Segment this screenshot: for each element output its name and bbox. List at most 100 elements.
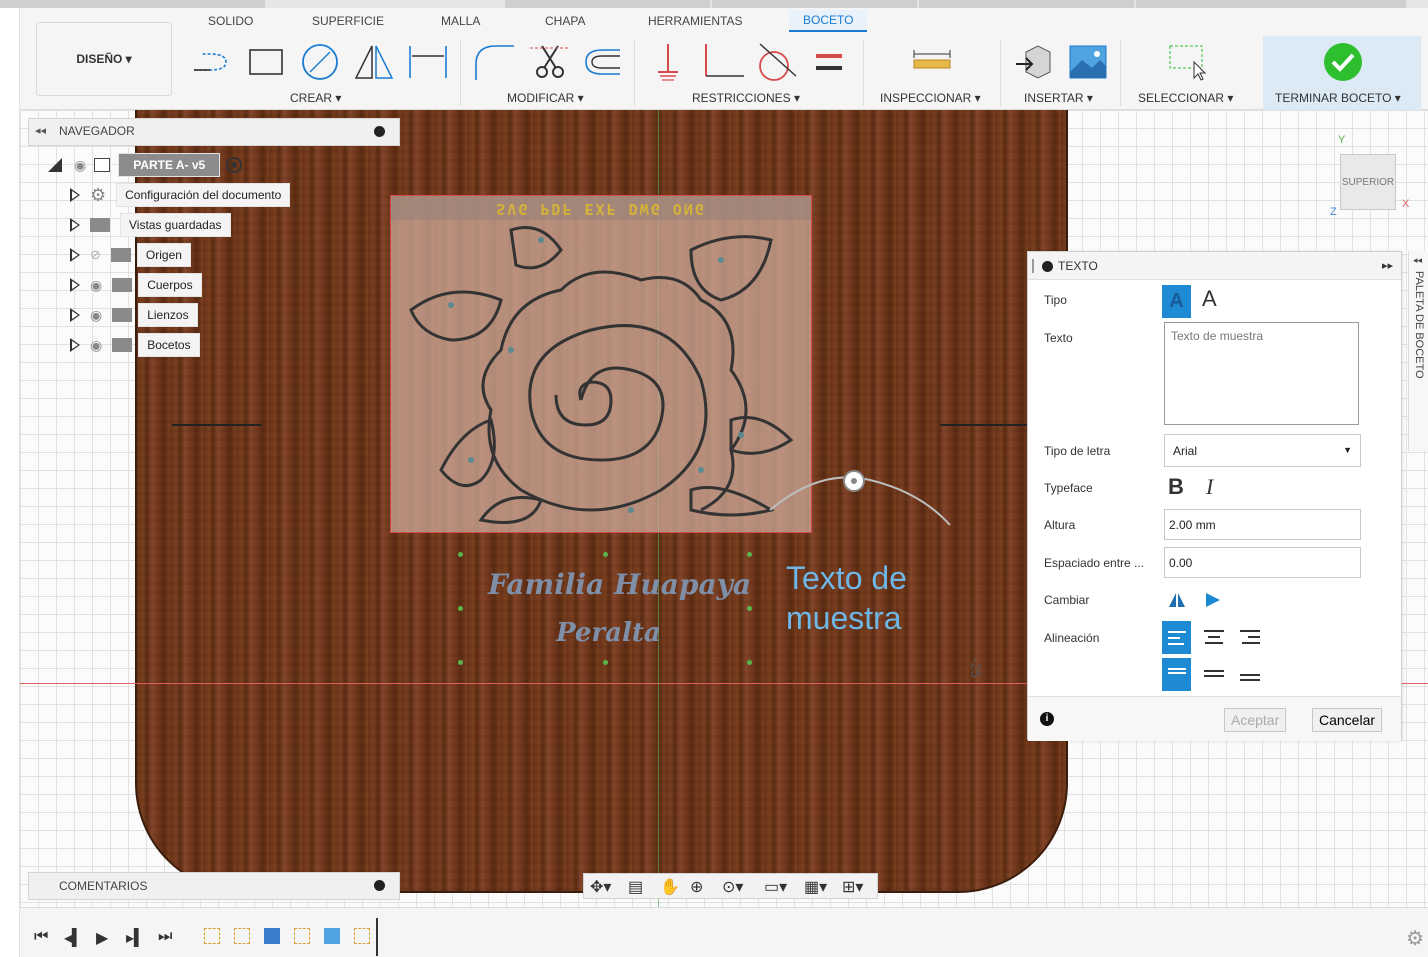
timeline-sketch-icon[interactable] [204,928,220,944]
rectangle-tool-icon[interactable] [244,42,288,82]
tree-item-lienzos[interactable]: ◉ Lienzos [70,303,198,327]
circle-tool-icon[interactable] [298,42,342,82]
fix-constraint-icon[interactable] [648,42,692,82]
minimize-circle-icon[interactable] [1042,261,1053,272]
activate-radio-icon[interactable] [226,157,243,173]
equal-constraint-icon[interactable] [808,42,852,82]
pan-hand-icon[interactable]: ✋ [660,877,680,897]
measure-ruler-icon[interactable] [910,42,954,82]
tree-item-bocetos[interactable]: ◉ Bocetos [70,333,200,357]
design-workspace-button[interactable]: DISEÑO ▾ [36,22,172,96]
eye-hidden-icon[interactable]: ⊘ [90,247,101,263]
go-to-end-icon[interactable]: ⏭ [158,928,172,946]
eye-icon[interactable]: ◉ [90,337,102,354]
timeline-sketch-icon[interactable] [354,928,370,944]
perpendicular-constraint-icon[interactable] [702,42,746,82]
eye-icon[interactable]: ◉ [90,277,102,294]
flip-horizontal-icon[interactable] [1168,592,1186,608]
step-back-icon[interactable]: ◂▍ [64,928,84,948]
handle-point[interactable] [458,552,463,557]
align-right-icon[interactable] [1240,630,1260,644]
timeline-canvas-icon[interactable] [324,928,340,944]
rotation-handle[interactable] [760,470,960,540]
timeline-marker[interactable] [376,918,378,956]
sketch-palette-strip[interactable]: ◂◂ PALETA DE BOCETO [1408,251,1428,451]
handle-point[interactable] [603,552,608,557]
add-comment-icon[interactable] [374,880,385,891]
collapsed-triangle-icon[interactable] [70,278,80,292]
dimension-tool-icon[interactable] [406,42,450,82]
orbit-icon[interactable]: ✥▾ [590,877,611,897]
tree-item-cuerpos[interactable]: ◉ Cuerpos [70,273,202,297]
fit-icon[interactable]: ⊙▾ [722,877,743,897]
step-forward-icon[interactable]: ▸▍ [126,928,146,948]
tree-root-label[interactable]: PARTE A- v5 [118,153,221,177]
info-icon[interactable]: i [1040,712,1054,726]
align-middle-icon[interactable] [1204,670,1224,678]
drag-handle-icon[interactable] [1032,259,1034,273]
cancel-button[interactable]: Cancelar [1312,708,1383,732]
group-inspeccionar[interactable]: INSPECCIONAR ▾ [880,91,981,105]
tab-boceto[interactable]: BOCETO [789,10,868,32]
tree-item-vistas[interactable]: Vistas guardadas [70,213,231,237]
go-to-start-icon[interactable]: ⏮ [34,928,48,946]
trim-scissors-icon[interactable] [528,42,572,82]
timeline-sketch-icon[interactable] [234,928,250,944]
fillet-tool-icon[interactable] [472,42,516,82]
accept-button[interactable]: Aceptar [1224,708,1287,732]
play-icon[interactable]: ▶ [96,928,108,948]
collapsed-triangle-icon[interactable] [70,218,80,232]
sample-text-preview[interactable]: Texto de muestra [786,558,907,638]
tree-root-row[interactable]: ◉ PARTE A- v5 [48,153,243,177]
align-left-icon[interactable] [1162,621,1191,654]
font-select[interactable]: Arial ▼ [1164,434,1361,467]
timeline-extrude-icon[interactable] [264,928,280,944]
select-window-icon[interactable] [1166,42,1210,82]
timeline-sketch-icon[interactable] [294,928,310,944]
rose-canvas-image[interactable]: SVG PDF EXF DWG ONG [390,195,812,533]
expand-double-arrow-icon[interactable]: ▸▸ [1382,259,1393,272]
handle-point[interactable] [603,660,608,665]
tab-malla[interactable]: MALLA [441,14,480,28]
collapsed-triangle-icon[interactable] [70,308,80,322]
tangent-constraint-icon[interactable] [754,42,798,82]
mirror-tool-icon[interactable] [352,42,396,82]
handle-point[interactable] [747,552,752,557]
group-seleccionar[interactable]: SELECCIONAR ▾ [1138,91,1233,105]
group-restricciones[interactable]: RESTRICCIONES ▾ [692,91,800,105]
line-tool-icon[interactable] [188,42,232,82]
collapsed-triangle-icon[interactable] [70,248,80,262]
flip-vertical-icon[interactable] [1204,592,1222,608]
tree-item-configuracion[interactable]: ⚙ Configuración del documento [70,183,291,207]
align-bottom-icon[interactable] [1240,674,1260,682]
eye-icon[interactable]: ◉ [74,157,86,174]
handle-point[interactable] [458,660,463,665]
comments-panel[interactable]: COMENTARIOS [28,872,400,900]
spacing-input[interactable]: 0.00 [1164,547,1361,578]
text-input-area[interactable]: Texto de muestra [1164,322,1359,425]
minimize-circle-icon[interactable] [374,126,385,137]
group-modificar[interactable]: MODIFICAR ▾ [507,91,584,105]
tab-solido[interactable]: SOLIDO [208,14,253,28]
collapse-double-arrow-icon[interactable]: ◂◂ [35,124,46,137]
engraving-text-line2[interactable]: Peralta [556,618,661,648]
collapsed-triangle-icon[interactable] [70,338,80,352]
engraving-text-line1[interactable]: Familia Huapaya [488,568,751,601]
height-input[interactable]: 2.00 mm [1164,509,1361,540]
group-crear[interactable]: CREAR ▾ [290,91,341,105]
expanded-triangle-icon[interactable] [48,158,62,172]
group-insertar[interactable]: INSERTAR ▾ [1024,91,1093,105]
handle-point[interactable] [747,660,752,665]
tab-chapa[interactable]: CHAPA [545,14,585,28]
group-terminar[interactable]: TERMINAR BOCETO ▾ [1275,91,1401,105]
eye-icon[interactable]: ◉ [90,307,102,324]
handle-point[interactable] [747,606,752,611]
offset-tool-icon[interactable] [580,42,624,82]
viewcube[interactable]: SUPERIOR [1340,154,1396,210]
align-top-icon[interactable] [1162,658,1191,691]
align-center-icon[interactable] [1204,630,1224,644]
settings-gear-icon[interactable]: ⚙ [1406,926,1424,951]
italic-button[interactable]: I [1206,474,1213,500]
collapsed-triangle-icon[interactable] [70,188,80,202]
insert-derive-icon[interactable] [1014,42,1058,82]
